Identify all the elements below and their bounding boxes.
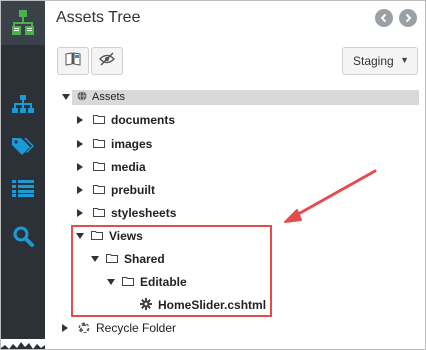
expand-caret-right-icon[interactable]: [75, 208, 85, 218]
expand-caret-right-icon[interactable]: [75, 185, 85, 195]
left-sidebar: [1, 1, 45, 349]
folder-icon: [93, 160, 105, 174]
expand-caret-down-icon[interactable]: [61, 92, 71, 102]
environment-select[interactable]: Staging ▼: [342, 47, 418, 75]
chevron-left-icon[interactable]: [375, 9, 393, 27]
expand-caret-right-icon[interactable]: [75, 139, 85, 149]
tree-node-label: prebuilt: [111, 183, 155, 197]
site-structure-logo-icon[interactable]: [1, 1, 45, 45]
tree-node-assets[interactable]: Assets: [61, 87, 125, 107]
torn-edge: [1, 339, 45, 349]
panel-title: Assets Tree: [56, 9, 141, 26]
globe-icon: [77, 90, 87, 104]
panel-header: Assets Tree: [45, 1, 425, 37]
folder-icon: [93, 183, 105, 197]
search-icon[interactable]: [1, 221, 45, 251]
book-button[interactable]: [57, 47, 89, 75]
tags-icon[interactable]: [1, 131, 45, 161]
environment-selected-value: Staging: [353, 54, 394, 68]
tree-node-label: Recycle Folder: [96, 321, 177, 335]
annotation-highlight-box: [71, 225, 272, 317]
tree-node-label: Assets: [92, 91, 126, 103]
tree-node-label: stylesheets: [111, 206, 177, 220]
caret-down-icon: ▼: [400, 55, 409, 65]
tree-node-media[interactable]: media: [75, 157, 146, 177]
folder-icon: [93, 113, 105, 127]
expand-caret-right-icon[interactable]: [75, 162, 85, 172]
tree-node-prebuilt[interactable]: prebuilt: [75, 180, 155, 200]
recycle-icon: [78, 321, 90, 336]
tree-node-stylesheets[interactable]: stylesheets: [75, 203, 176, 223]
folder-icon: [93, 206, 105, 220]
tree-node-label: media: [111, 160, 146, 174]
folder-icon: [93, 137, 105, 151]
expand-caret-right-icon[interactable]: [75, 115, 85, 125]
list-icon[interactable]: [1, 173, 45, 203]
chevron-right-icon[interactable]: [399, 9, 417, 27]
sitemap-icon[interactable]: [1, 89, 45, 119]
tree-node-documents[interactable]: documents: [75, 110, 175, 130]
hidden-items-button[interactable]: [91, 47, 123, 75]
assets-tree-window: Assets Tree Staging ▼ Assets documents i…: [0, 0, 426, 350]
expand-caret-right-icon[interactable]: [60, 323, 70, 333]
eye-slash-icon: [99, 51, 115, 71]
book-icon: [65, 51, 81, 71]
tree-node-label: images: [111, 137, 153, 151]
toolbar: Staging ▼: [45, 41, 425, 79]
tree-node-recycle-folder[interactable]: Recycle Folder: [60, 318, 176, 338]
tree-node-label: documents: [111, 113, 176, 127]
tree-node-images[interactable]: images: [75, 134, 152, 154]
